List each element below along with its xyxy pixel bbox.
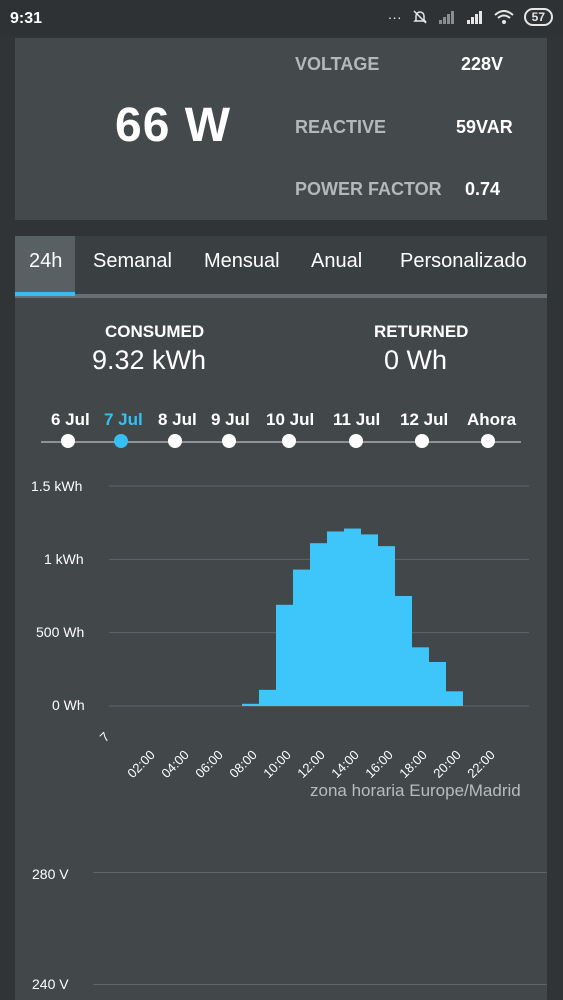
energy-bar[interactable] <box>446 691 463 706</box>
x-tick-label: 20:00 <box>430 747 464 781</box>
timeline-day[interactable]: 12 Jul <box>400 410 448 430</box>
signal-icon <box>466 11 482 24</box>
energy-panel: 24h Semanal Mensual Anual Personalizado … <box>15 236 547 1000</box>
timeline-track <box>41 441 521 443</box>
wifi-icon <box>493 10 514 24</box>
timeline-day[interactable]: 6 Jul <box>51 410 90 430</box>
tab-semanal[interactable]: Semanal <box>93 250 172 273</box>
energy-bar[interactable] <box>429 662 446 706</box>
timeline-day-selected[interactable]: 7 Jul <box>104 410 143 430</box>
timeline-dot[interactable] <box>481 434 495 448</box>
x-tick-label: 02:00 <box>124 747 158 781</box>
consumed-label: CONSUMED <box>105 322 205 341</box>
period-tabs: 24h Semanal Mensual Anual Personalizado <box>15 236 547 298</box>
timeline-day-now[interactable]: Ahora <box>467 410 516 430</box>
power-factor-label: POWER FACTOR <box>295 179 442 199</box>
tab-mensual[interactable]: Mensual <box>204 250 280 273</box>
x-tick-label: 16:00 <box>362 747 396 781</box>
current-power-value: 66 W <box>115 99 232 152</box>
energy-bar[interactable] <box>344 528 361 706</box>
x-tick-label: 22:00 <box>464 747 498 781</box>
timeline-dot-selected[interactable] <box>114 434 128 448</box>
timeline-dot[interactable] <box>61 434 75 448</box>
voltage-grid-line <box>93 872 547 873</box>
timeline-dot[interactable] <box>349 434 363 448</box>
returned-label: RETURNED <box>374 322 469 341</box>
voltage-grid-line <box>93 984 547 985</box>
power-card: 66 W VOLTAGE 228V REACTIVE 59VAR POWER F… <box>15 38 547 220</box>
voltage-y-tick-label: 280 V <box>32 866 69 882</box>
tabs-divider <box>15 294 547 298</box>
signal-weak-icon <box>438 11 454 24</box>
timeline-day[interactable]: 10 Jul <box>266 410 314 430</box>
tab-active-indicator <box>15 292 75 296</box>
x-tick-label: 04:00 <box>158 747 192 781</box>
timeline-dot[interactable] <box>222 434 236 448</box>
energy-bar[interactable] <box>293 569 310 706</box>
reactive-label: REACTIVE <box>295 117 387 137</box>
x-tick-label: 10:00 <box>260 747 294 781</box>
status-bar: 9:31 ··· 57 <box>0 0 563 36</box>
x-tick-label: 08:00 <box>226 747 260 781</box>
status-time: 9:31 <box>10 10 43 27</box>
voltage-value: 228V <box>461 54 504 74</box>
power-factor-value: 0.74 <box>465 179 501 199</box>
x-tick-label: 12:00 <box>294 747 328 781</box>
timeline-dot[interactable] <box>168 434 182 448</box>
energy-bar[interactable] <box>259 689 276 706</box>
energy-bar[interactable] <box>361 534 378 706</box>
tab-anual[interactable]: Anual <box>311 250 362 273</box>
timeline-dot[interactable] <box>415 434 429 448</box>
energy-bar[interactable] <box>276 604 293 706</box>
timeline-day[interactable]: 11 Jul <box>333 410 380 430</box>
energy-bar[interactable] <box>327 531 344 706</box>
energy-bar[interactable] <box>242 703 259 706</box>
x-tick-label: 14:00 <box>328 747 362 781</box>
energy-bar[interactable] <box>310 543 327 706</box>
timeline-day[interactable]: 8 Jul <box>158 410 197 430</box>
energy-bar[interactable] <box>395 596 412 706</box>
bell-off-icon <box>412 10 427 24</box>
returned-value: 0 Wh <box>384 345 448 375</box>
tab-24h[interactable]: 24h <box>29 250 62 273</box>
battery-icon: 57 <box>523 8 553 26</box>
voltage-label: VOLTAGE <box>295 54 380 74</box>
timezone-note: zona horaria Europe/Madrid <box>310 781 521 800</box>
reactive-value: 59VAR <box>456 117 513 137</box>
voltage-y-tick-label: 240 V <box>32 976 69 992</box>
timeline-day[interactable]: 9 Jul <box>211 410 250 430</box>
tab-personalizado[interactable]: Personalizado <box>400 250 527 273</box>
ellipsis-icon: ··· <box>387 9 402 25</box>
consumed-value: 9.32 kWh <box>92 345 207 375</box>
timeline-dot[interactable] <box>282 434 296 448</box>
x-tick-label: 7 <box>96 729 113 745</box>
status-icons: ··· 57 <box>388 8 553 26</box>
energy-bar[interactable] <box>378 546 395 706</box>
x-tick-label: 06:00 <box>192 747 226 781</box>
energy-bar[interactable] <box>412 647 429 706</box>
energy-chart <box>109 485 529 707</box>
x-tick-label: 18:00 <box>396 747 430 781</box>
